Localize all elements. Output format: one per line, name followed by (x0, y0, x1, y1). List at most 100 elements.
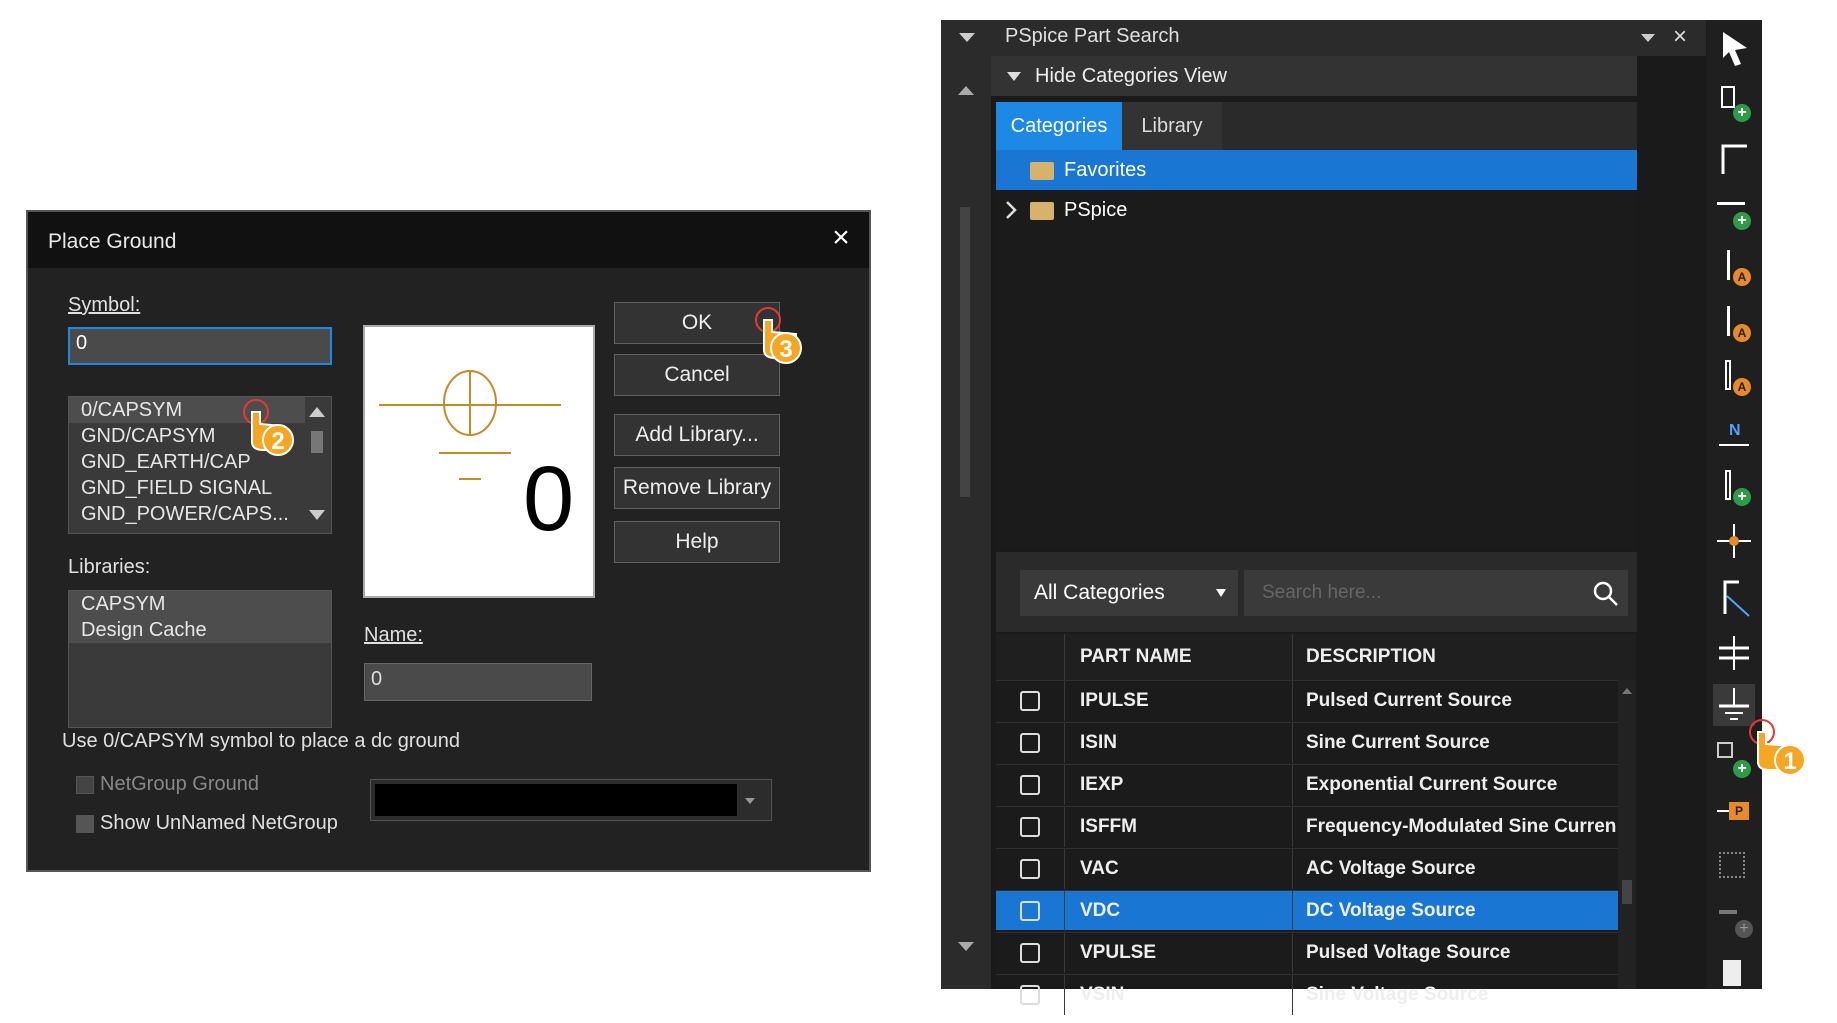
remove-library-button[interactable]: Remove Library (614, 467, 780, 509)
symbol-label: Symbol: (68, 294, 140, 317)
column-divider (1292, 634, 1293, 680)
netgroup-dropdown[interactable] (370, 779, 772, 821)
table-row[interactable]: IPULSE Pulsed Current Source (996, 680, 1636, 721)
search-placeholder: Search here... (1262, 582, 1382, 603)
panel-left-strip (941, 20, 991, 989)
scroll-up-icon[interactable] (309, 407, 325, 417)
callout-3: 3 (744, 306, 804, 366)
page-shape (1723, 960, 1741, 986)
place-part-icon[interactable]: + (1713, 82, 1755, 124)
library-item-1[interactable]: Design Cache (69, 617, 331, 643)
add-library-button[interactable]: Add Library... (614, 414, 780, 456)
close-icon[interactable]: × (1673, 23, 1687, 51)
help-button[interactable]: Help (614, 521, 780, 563)
scroll-thumb[interactable] (1622, 880, 1632, 904)
grid-scrollbar[interactable] (1618, 680, 1636, 989)
scroll-thumb[interactable] (311, 431, 323, 453)
table-row[interactable]: VSIN Sine Voltage Source (996, 974, 1636, 1015)
library-item-0[interactable]: CAPSYM (69, 591, 331, 617)
part-outline (1721, 86, 1735, 108)
a-badge: A (1733, 324, 1751, 342)
column-divider (1292, 681, 1293, 721)
plus-badge: + (1733, 104, 1751, 122)
column-divider (1064, 765, 1065, 805)
tab-library[interactable]: Library (1122, 102, 1222, 150)
search-icon[interactable] (1592, 580, 1620, 608)
show-unnamed-checkbox[interactable] (76, 815, 94, 833)
table-row[interactable]: VDC DC Voltage Source (996, 890, 1636, 931)
hide-categories-bar[interactable]: Hide Categories View (991, 56, 1637, 96)
part-name-cell: ISFFM (1080, 816, 1137, 837)
wire-icon[interactable] (1713, 138, 1755, 180)
category-select-value: All Categories (1034, 581, 1165, 604)
column-divider (1292, 765, 1293, 805)
scroll-down-icon[interactable] (309, 510, 325, 520)
panel-title: PSpice Part Search (1005, 25, 1180, 47)
part-icon (1020, 901, 1040, 921)
callout-1: 1 (1748, 718, 1808, 778)
port-grid (1719, 852, 1745, 878)
schematic-toolbar: + + A A A N + + P + (1707, 20, 1762, 989)
tree-item-favorites[interactable]: Favorites (996, 150, 1637, 190)
symbol-list-scrollbar[interactable] (305, 397, 331, 533)
power-icon[interactable] (1713, 632, 1755, 674)
hint-text: Use 0/CAPSYM symbol to place a dc ground (62, 730, 460, 752)
part-name-cell: ISIN (1080, 732, 1117, 753)
netgroup-ground-checkbox[interactable] (76, 776, 94, 794)
symbol-item-4[interactable]: GND_POWER/CAPS... (69, 501, 331, 527)
a-badge: A (1733, 378, 1751, 396)
panel-menu-icon[interactable] (1641, 34, 1655, 42)
col-description[interactable]: DESCRIPTION (1306, 646, 1436, 668)
pspice-part-search-panel: PSpice Part Search × Hide Categories Vie… (941, 20, 1762, 1015)
part-name-cell: VDC (1080, 900, 1121, 921)
column-divider (1292, 975, 1293, 1015)
place-net-icon[interactable]: + (1713, 192, 1755, 234)
no-connect-icon[interactable]: + (1713, 900, 1755, 942)
plus-badge: + (1733, 212, 1751, 230)
callout-2-number: 2 (262, 424, 294, 456)
description-cell: Sine Voltage Source (1306, 984, 1489, 1005)
table-row[interactable]: VAC AC Voltage Source (996, 848, 1636, 889)
autowire-multiple-points-icon[interactable]: A (1713, 302, 1755, 344)
close-icon[interactable]: × (826, 220, 856, 256)
tree-item-pspice[interactable]: PSpice (996, 190, 1637, 230)
place-port-icon[interactable] (1713, 846, 1755, 888)
column-divider (1064, 891, 1065, 931)
autowire-two-points-icon[interactable]: A (1713, 246, 1755, 288)
scroll-up-icon[interactable] (1622, 688, 1632, 694)
part-icon (1020, 943, 1040, 963)
scroll-up-icon[interactable] (958, 86, 974, 95)
name-input[interactable]: 0 (364, 663, 592, 701)
collapse-arrow-icon[interactable] (959, 33, 975, 42)
chevron-down-icon[interactable] (745, 798, 755, 804)
place-text-icon[interactable] (1713, 954, 1755, 996)
chevron-down-icon[interactable] (1007, 72, 1021, 81)
parts-grid: PART NAME DESCRIPTION IPULSE Pulsed Curre… (996, 634, 1637, 1015)
tab-categories[interactable]: Categories (996, 102, 1122, 150)
dialog-title: Place Ground (48, 230, 177, 253)
scroll-thumb[interactable] (960, 207, 970, 497)
place-bus-icon[interactable]: + (1713, 466, 1755, 508)
scroll-down-icon[interactable] (958, 942, 974, 951)
symbol-item-3[interactable]: GND_FIELD SIGNAL (69, 475, 331, 501)
col-part-name[interactable]: PART NAME (1080, 646, 1192, 668)
table-row[interactable]: ISFFM Frequency-Modulated Sine Current ..… (996, 806, 1636, 847)
off-page-connector-icon[interactable]: P (1713, 792, 1755, 834)
symbol-input[interactable]: 0 (68, 327, 332, 365)
bus-entry-icon[interactable] (1713, 576, 1755, 618)
chevron-down-icon[interactable] (1216, 589, 1226, 597)
net-alias-icon[interactable]: N (1713, 412, 1755, 454)
junction-icon[interactable] (1713, 520, 1755, 562)
net-line (1717, 202, 1745, 205)
libraries-list[interactable]: CAPSYM Design Cache (68, 590, 332, 728)
category-select[interactable]: All Categories (1020, 570, 1238, 616)
select-arrow-icon[interactable] (1713, 28, 1755, 70)
table-row[interactable]: IEXP Exponential Current Source (996, 764, 1636, 805)
table-row[interactable]: VPULSE Pulsed Voltage Source (996, 932, 1636, 973)
search-input[interactable]: Search here... (1244, 570, 1628, 616)
autowire-bus-icon[interactable]: A (1713, 356, 1755, 398)
table-row[interactable]: ISIN Sine Current Source (996, 722, 1636, 763)
chevron-right-icon[interactable] (1004, 200, 1018, 220)
column-divider (1292, 807, 1293, 847)
nc-line (1719, 910, 1737, 914)
